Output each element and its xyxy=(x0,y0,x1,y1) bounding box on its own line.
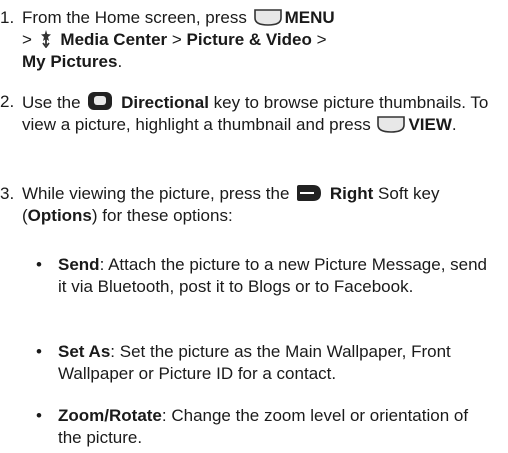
bullet-text: Set As: Set the picture as the Main Wall… xyxy=(58,341,496,385)
bullet-zoom-rotate: • Zoom/Rotate: Change the zoom level or … xyxy=(36,405,496,449)
media-center-label: Media Center xyxy=(60,30,168,49)
step-text-part: > xyxy=(22,30,32,49)
step-text-part: > xyxy=(311,30,327,49)
step-2: 2. Use the Directional key to browse pic… xyxy=(0,91,500,136)
view-key-label: VIEW xyxy=(408,115,452,134)
directional-label: Directional xyxy=(121,93,209,112)
step-text-part: ) for these options: xyxy=(91,206,233,225)
media-center-icon xyxy=(39,30,53,48)
picture-video-label: Picture & Video xyxy=(186,30,312,49)
right-soft-key-label: Right xyxy=(329,184,374,203)
bullet-dot: • xyxy=(36,406,42,425)
bullet-set-as: • Set As: Set the picture as the Main Wa… xyxy=(36,341,496,385)
bullet-desc: : Attach the picture to a new Picture Me… xyxy=(58,255,488,296)
menu-key-label: MENU xyxy=(284,8,335,27)
step-text-part: . xyxy=(451,115,457,134)
bullet-dot: • xyxy=(36,342,42,361)
bullet-send: • Send: Attach the picture to a new Pict… xyxy=(36,254,496,298)
step-text-part: While viewing the picture, press the xyxy=(22,184,290,203)
my-pictures-label: My Pictures xyxy=(22,52,118,71)
step-text-part: > xyxy=(171,30,187,49)
bullet-term: Set As xyxy=(58,342,111,361)
options-label: Options xyxy=(27,206,92,225)
bullet-desc: : Set the picture as the Main Wallpaper,… xyxy=(58,342,451,383)
step-text-part: From the Home screen, press xyxy=(22,8,247,27)
bullet-text: Zoom/Rotate: Change the zoom level or or… xyxy=(58,405,496,449)
bullet-text: Send: Attach the picture to a new Pictur… xyxy=(58,254,496,298)
right-soft-key-icon xyxy=(296,184,322,202)
step-text: While viewing the picture, press the Rig… xyxy=(22,183,500,227)
step-number: 3. xyxy=(0,184,15,203)
center-key-icon xyxy=(253,9,282,26)
center-key-icon xyxy=(377,116,406,133)
bullet-term: Send xyxy=(58,255,100,274)
step-number: 1. xyxy=(0,8,15,27)
step-1: 1. From the Home screen, press MENU > Me… xyxy=(0,7,500,73)
directional-key-icon xyxy=(87,91,113,111)
bullet-term: Zoom/Rotate xyxy=(58,406,162,425)
step-text-part: Use the xyxy=(22,93,81,112)
step-number: 2. xyxy=(0,92,15,111)
step-text: From the Home screen, press MENU > Media… xyxy=(22,7,500,73)
step-text-part: . xyxy=(117,52,123,71)
step-text: Use the Directional key to browse pictur… xyxy=(22,91,500,136)
step-3: 3. While viewing the picture, press the … xyxy=(0,183,500,227)
bullet-dot: • xyxy=(36,255,42,274)
